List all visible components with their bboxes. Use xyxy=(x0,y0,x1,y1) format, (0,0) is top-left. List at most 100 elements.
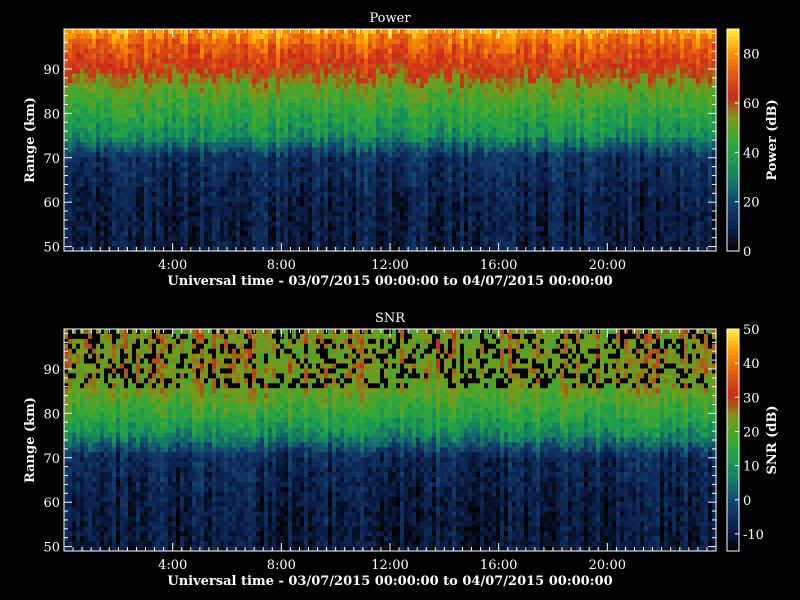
heatmap-cell xyxy=(260,191,265,198)
heatmap-cell xyxy=(364,112,369,119)
heatmap-cell xyxy=(108,103,113,109)
heatmap-cell xyxy=(284,147,289,153)
heatmap-cell xyxy=(256,83,261,89)
heatmap-cell xyxy=(260,68,265,74)
heatmap-cell xyxy=(316,68,321,74)
heatmap-cell xyxy=(372,103,377,109)
heatmap-cell xyxy=(372,127,377,134)
heatmap-cell xyxy=(116,157,121,163)
heatmap-cell xyxy=(476,231,481,237)
heatmap-cell xyxy=(372,53,377,60)
heatmap-cell xyxy=(372,241,377,247)
heatmap-cell xyxy=(184,127,189,134)
heatmap-cell xyxy=(68,43,73,50)
heatmap-cell xyxy=(84,78,89,84)
heatmap-cell xyxy=(368,53,373,60)
heatmap-cell xyxy=(484,132,489,139)
heatmap-cell xyxy=(344,48,349,55)
heatmap-cell xyxy=(384,142,389,148)
heatmap-cell xyxy=(152,73,157,79)
heatmap-cell xyxy=(300,211,305,218)
heatmap-cell xyxy=(64,236,69,242)
heatmap-cell xyxy=(192,172,197,178)
heatmap-cell xyxy=(124,221,129,227)
heatmap-cell xyxy=(432,177,437,183)
heatmap-cell xyxy=(432,48,437,55)
heatmap-cell xyxy=(188,147,193,153)
heatmap-cell xyxy=(344,98,349,104)
heatmap-cell xyxy=(504,117,509,124)
heatmap-cell xyxy=(348,137,353,144)
heatmap-cell xyxy=(428,177,433,183)
heatmap-cell xyxy=(412,107,417,114)
heatmap-cell xyxy=(400,63,405,70)
heatmap-cell xyxy=(120,186,125,193)
heatmap-cell xyxy=(336,137,341,144)
heatmap-cell xyxy=(268,221,273,227)
heatmap-cell xyxy=(296,127,301,134)
heatmap-cell xyxy=(304,206,309,213)
heatmap-cell xyxy=(488,147,493,153)
heatmap-cell xyxy=(228,58,233,65)
heatmap-cell xyxy=(308,162,313,168)
heatmap-cell xyxy=(488,186,493,193)
heatmap-cell xyxy=(324,68,329,74)
heatmap-cell xyxy=(240,132,245,139)
heatmap-cell xyxy=(204,201,209,208)
heatmap-cell xyxy=(504,226,509,232)
heatmap-cell xyxy=(88,98,93,104)
heatmap-cell xyxy=(308,231,313,237)
heatmap-cell xyxy=(224,191,229,198)
heatmap-cell xyxy=(164,196,169,203)
heatmap-cell xyxy=(364,236,369,242)
heatmap-cell xyxy=(68,172,73,178)
heatmap-cell xyxy=(168,93,173,99)
heatmap-cell xyxy=(432,236,437,242)
heatmap-cell xyxy=(400,226,405,232)
heatmap-cell xyxy=(120,157,125,163)
heatmap-cell xyxy=(500,53,505,60)
heatmap-cell xyxy=(476,152,481,158)
heatmap-cell xyxy=(188,122,193,129)
heatmap-cell xyxy=(184,117,189,124)
heatmap-cell xyxy=(232,98,237,104)
heatmap-cell xyxy=(392,221,397,227)
heatmap-cell xyxy=(316,132,321,139)
heatmap-cell xyxy=(460,93,465,99)
heatmap-cell xyxy=(340,93,345,99)
heatmap-cell xyxy=(156,83,161,89)
heatmap-cell xyxy=(424,63,429,70)
heatmap-cell xyxy=(248,83,253,89)
heatmap-cell xyxy=(232,206,237,213)
heatmap-cell xyxy=(404,58,409,65)
heatmap-cell xyxy=(448,103,453,109)
heatmap-cell xyxy=(212,38,217,45)
heatmap-cell xyxy=(504,127,509,134)
heatmap-cell xyxy=(204,191,209,198)
heatmap-cell xyxy=(212,231,217,237)
heatmap-cell xyxy=(304,58,309,65)
heatmap-cell xyxy=(452,112,457,119)
heatmap-cell xyxy=(288,88,293,94)
heatmap-cell xyxy=(464,88,469,94)
heatmap-cell xyxy=(268,201,273,208)
heatmap-cell xyxy=(276,177,281,183)
heatmap-cell xyxy=(160,142,165,148)
heatmap-cell xyxy=(388,43,393,50)
heatmap-cell xyxy=(188,206,193,213)
heatmap-cell xyxy=(444,186,449,193)
heatmap-cell xyxy=(240,152,245,158)
heatmap-cell xyxy=(480,83,485,89)
heatmap-cell xyxy=(396,127,401,134)
heatmap-cell xyxy=(208,236,213,242)
heatmap-cell xyxy=(292,63,297,70)
heatmap-cell xyxy=(492,231,497,237)
heatmap-cell xyxy=(264,172,269,178)
heatmap-cell xyxy=(388,132,393,139)
heatmap-cell xyxy=(196,152,201,158)
heatmap-cell xyxy=(476,186,481,193)
heatmap-cell xyxy=(164,127,169,134)
heatmap-cell xyxy=(248,98,253,104)
heatmap-cell xyxy=(340,63,345,70)
heatmap-cell xyxy=(400,117,405,124)
